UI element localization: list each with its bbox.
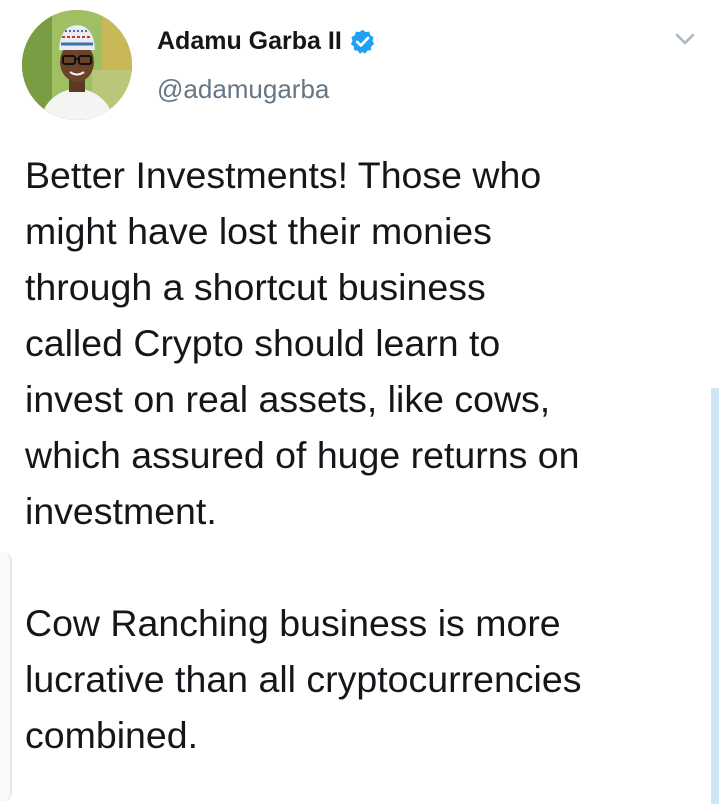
tweet-text: Better Investments! Those who might have… [25, 147, 695, 763]
tweet-card: Adamu Garba II @adamugarba Better Invest… [0, 0, 719, 804]
author-name-row[interactable]: Adamu Garba II [157, 24, 376, 58]
scrollbar[interactable] [711, 388, 719, 804]
verified-badge-icon [349, 28, 376, 55]
tweet-paragraph: Cow Ranching business is more lucrative … [25, 602, 582, 756]
tweet-paragraph: Better Investments! Those who might have… [25, 154, 580, 532]
author-display-name[interactable]: Adamu Garba II [157, 24, 342, 58]
author-avatar[interactable] [22, 10, 132, 120]
left-edge-overlay [0, 552, 12, 802]
author-handle[interactable]: @adamugarba [157, 72, 329, 106]
chevron-down-icon[interactable] [672, 26, 698, 52]
